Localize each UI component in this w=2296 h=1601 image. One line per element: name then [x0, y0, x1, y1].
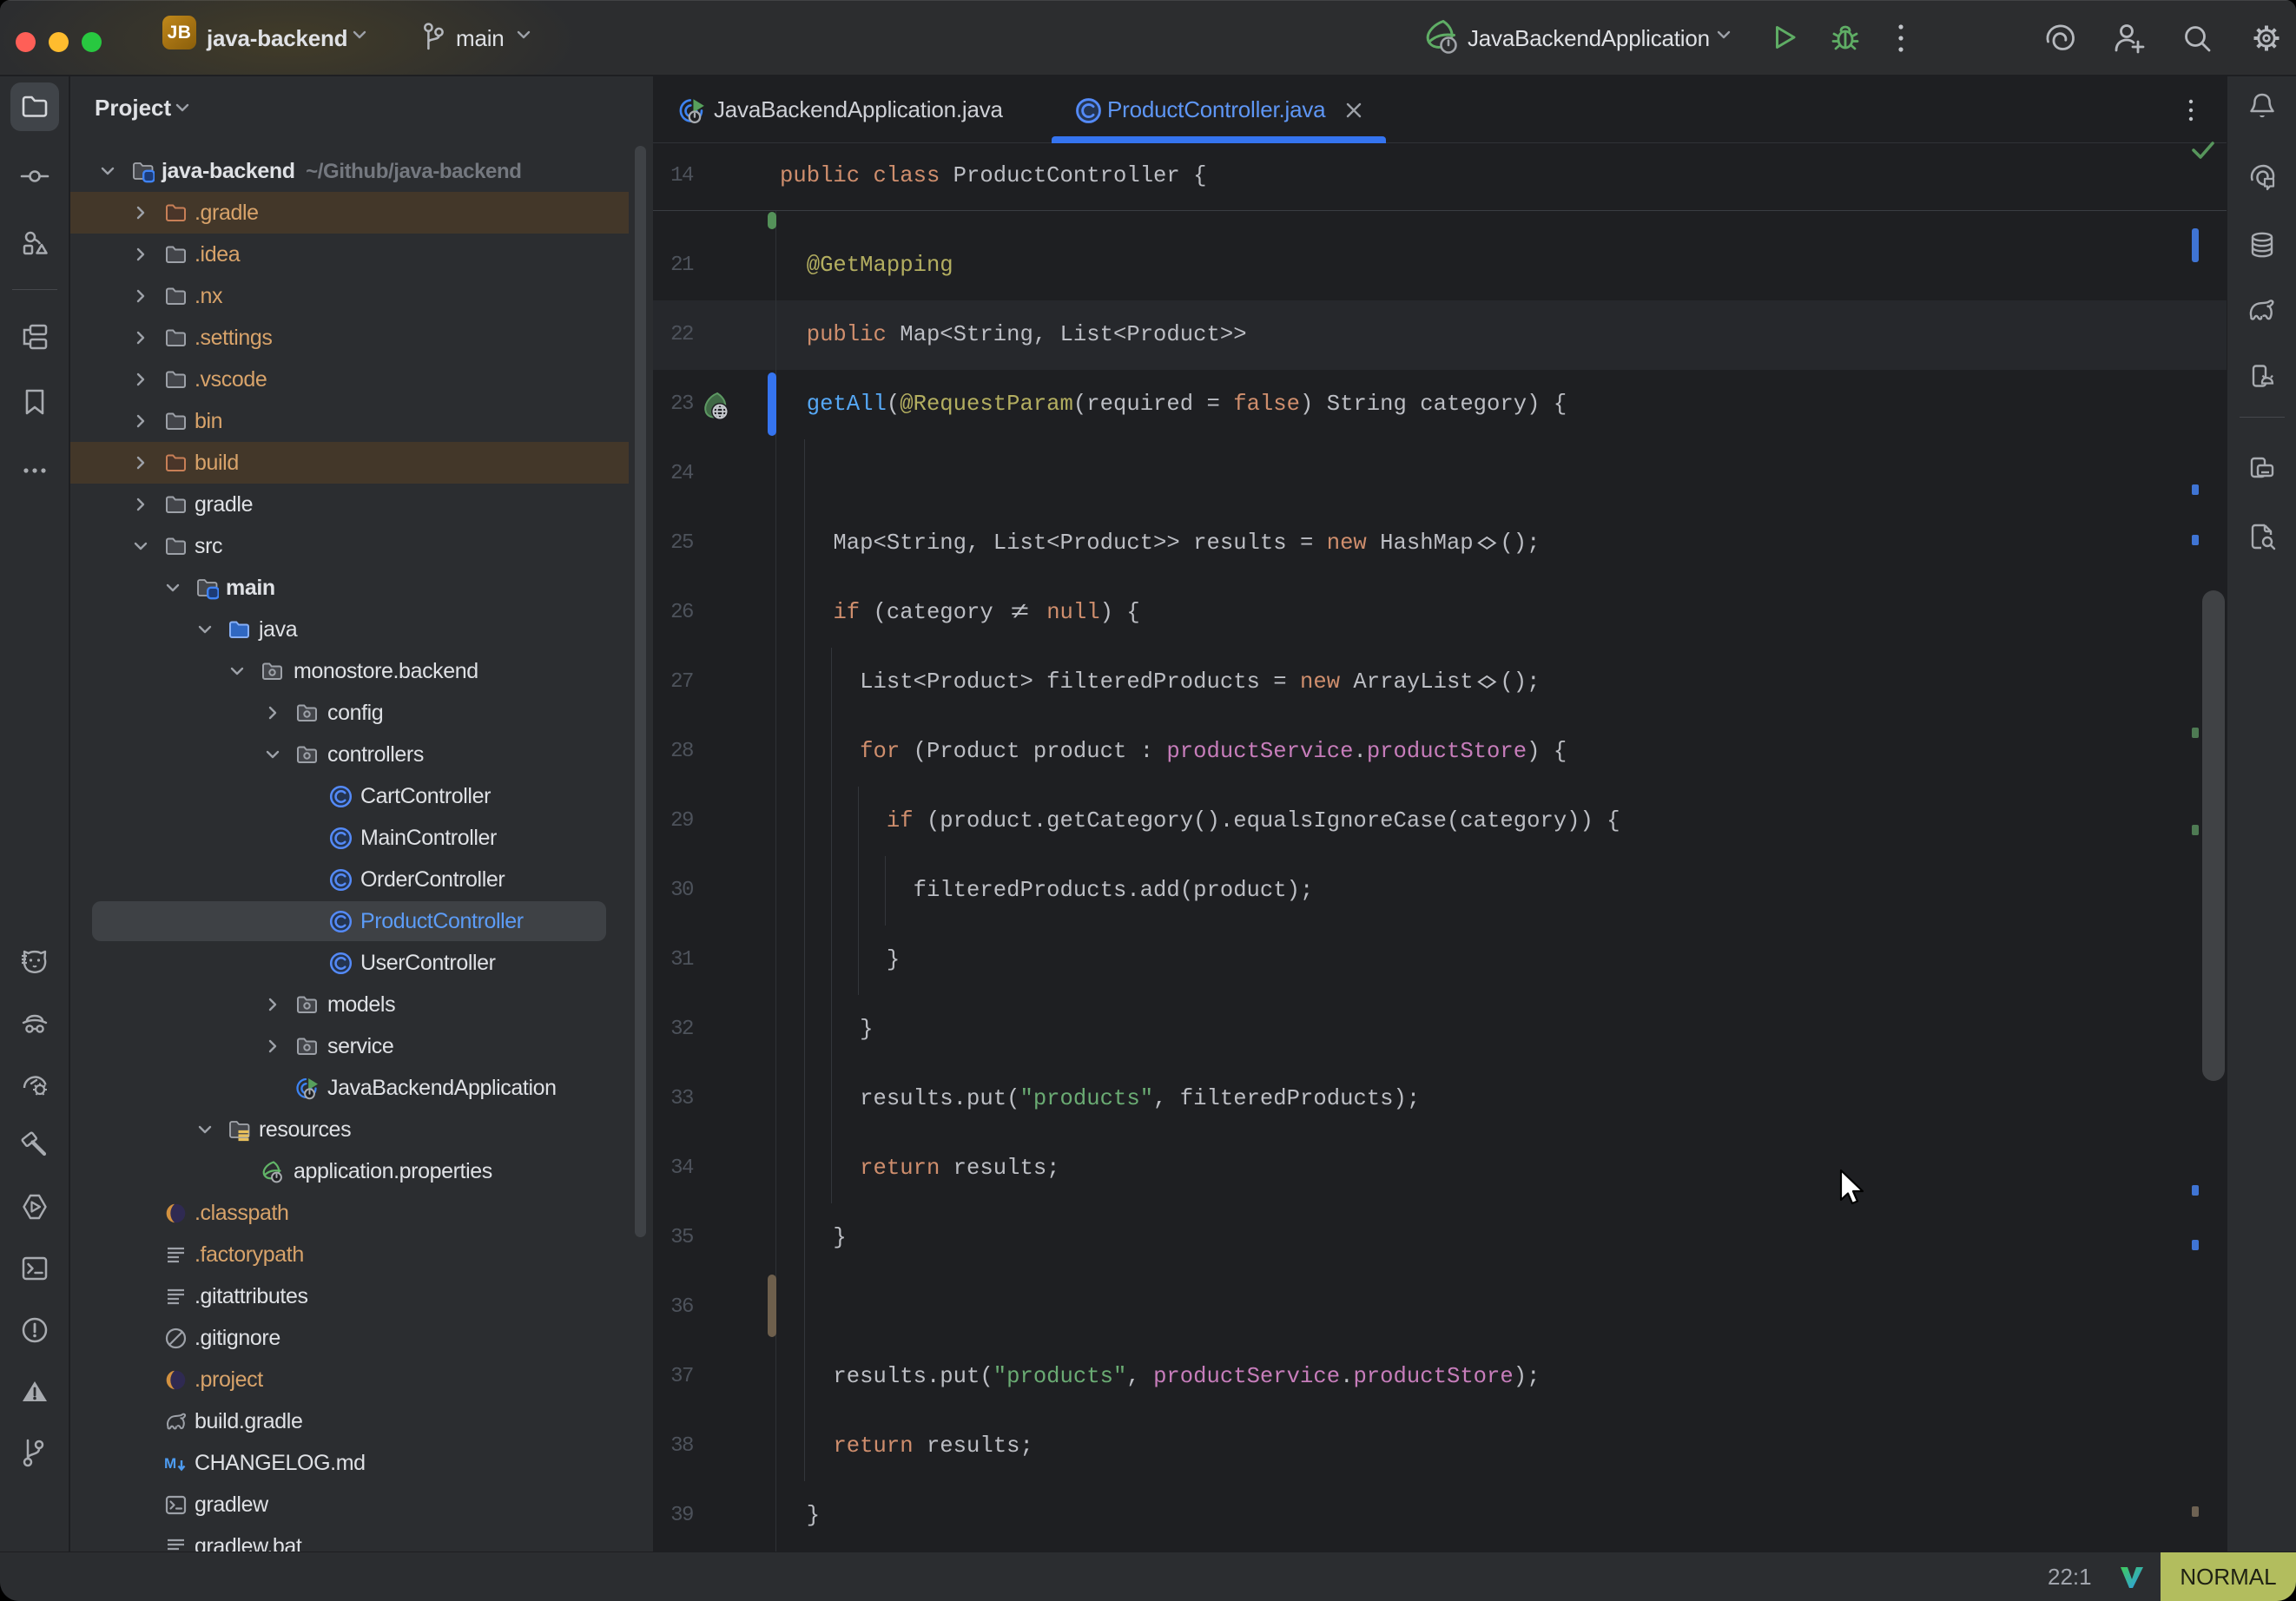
svg-text:M: M: [164, 1455, 176, 1472]
